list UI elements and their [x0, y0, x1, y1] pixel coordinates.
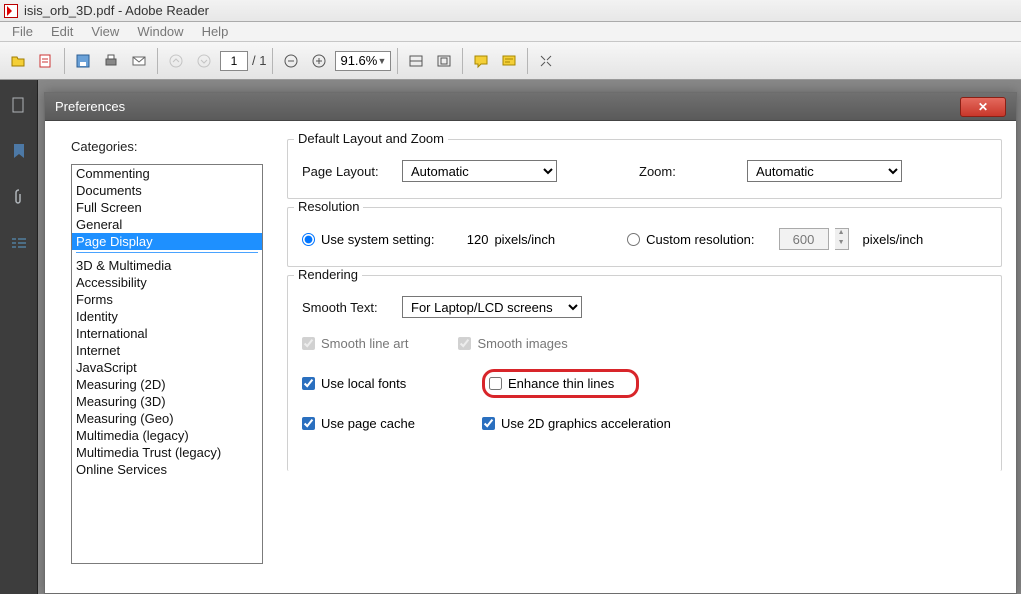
category-item[interactable]: Internet	[72, 342, 262, 359]
category-item[interactable]: General	[72, 216, 262, 233]
use-system-radio[interactable]	[302, 233, 315, 246]
window-titlebar: isis_orb_3D.pdf - Adobe Reader	[0, 0, 1021, 22]
custom-resolution-radio[interactable]	[627, 233, 640, 246]
category-item[interactable]: Measuring (2D)	[72, 376, 262, 393]
resolution-group: Resolution Use system setting: 120 pixel…	[287, 207, 1002, 267]
fit-width-icon[interactable]	[404, 49, 428, 73]
resolution-unit: pixels/inch	[863, 232, 924, 247]
toolbar: / 1 91.6%▼	[0, 42, 1021, 80]
group-label: Resolution	[294, 199, 363, 214]
close-button[interactable]: ✕	[960, 97, 1006, 117]
categories-label: Categories:	[71, 139, 263, 154]
smooth-images-checkbox	[458, 337, 471, 350]
category-item[interactable]: 3D & Multimedia	[72, 257, 262, 274]
app-logo-icon	[4, 4, 18, 18]
page-total-label: / 1	[252, 53, 266, 68]
menu-edit[interactable]: Edit	[43, 22, 81, 41]
smooth-line-art-checkbox	[302, 337, 315, 350]
page-up-icon[interactable]	[164, 49, 188, 73]
category-item[interactable]: Measuring (Geo)	[72, 410, 262, 427]
resolution-unit: pixels/inch	[494, 232, 555, 247]
categories-list[interactable]: CommentingDocumentsFull ScreenGeneralPag…	[71, 164, 263, 564]
category-item[interactable]: Documents	[72, 182, 262, 199]
category-divider	[76, 252, 258, 253]
category-item[interactable]: Commenting	[72, 165, 262, 182]
dialog-titlebar: Preferences ✕	[45, 93, 1016, 121]
nav-pane	[0, 80, 38, 594]
attachment-icon[interactable]	[10, 188, 28, 206]
category-item[interactable]: JavaScript	[72, 359, 262, 376]
category-item[interactable]: Full Screen	[72, 199, 262, 216]
category-item[interactable]: Accessibility	[72, 274, 262, 291]
smooth-text-dropdown[interactable]: For Laptop/LCD screens	[402, 296, 582, 318]
use-page-cache-checkbox[interactable]	[302, 417, 315, 430]
category-item[interactable]: International	[72, 325, 262, 342]
layout-zoom-group: Default Layout and Zoom Page Layout: Aut…	[287, 139, 1002, 199]
separator	[527, 48, 528, 74]
resolution-spinner: ▲▼	[835, 228, 849, 250]
enhance-thin-lines-checkbox[interactable]	[489, 377, 502, 390]
zoom-in-icon[interactable]	[307, 49, 331, 73]
use-local-fonts-label: Use local fonts	[321, 376, 406, 391]
fit-page-icon[interactable]	[432, 49, 456, 73]
create-pdf-icon[interactable]	[34, 49, 58, 73]
smooth-images-label: Smooth images	[477, 336, 567, 351]
use-local-fonts-checkbox[interactable]	[302, 377, 315, 390]
use-page-cache-label: Use page cache	[321, 416, 415, 431]
save-icon[interactable]	[71, 49, 95, 73]
print-icon[interactable]	[99, 49, 123, 73]
menu-file[interactable]: File	[4, 22, 41, 41]
separator	[64, 48, 65, 74]
separator	[462, 48, 463, 74]
separator	[157, 48, 158, 74]
category-item[interactable]: Forms	[72, 291, 262, 308]
separator	[397, 48, 398, 74]
rendering-group: Rendering Smooth Text: For Laptop/LCD sc…	[287, 275, 1002, 471]
read-mode-icon[interactable]	[534, 49, 558, 73]
group-label: Default Layout and Zoom	[294, 131, 448, 146]
custom-resolution-label: Custom resolution:	[646, 232, 754, 247]
system-resolution-value: 120	[440, 232, 488, 247]
enhance-thin-lines-highlight: Enhance thin lines	[482, 369, 639, 398]
page-layout-label: Page Layout:	[302, 164, 392, 179]
group-label: Rendering	[294, 267, 362, 282]
highlight-icon[interactable]	[497, 49, 521, 73]
menu-view[interactable]: View	[83, 22, 127, 41]
category-item[interactable]: Identity	[72, 308, 262, 325]
comment-icon[interactable]	[469, 49, 493, 73]
separator	[272, 48, 273, 74]
email-icon[interactable]	[127, 49, 151, 73]
page-number-input[interactable]	[220, 51, 248, 71]
use-system-label: Use system setting:	[321, 232, 434, 247]
dialog-title: Preferences	[55, 99, 125, 114]
category-item[interactable]: Multimedia (legacy)	[72, 427, 262, 444]
menubar: File Edit View Window Help	[0, 22, 1021, 42]
bookmark-icon[interactable]	[10, 142, 28, 160]
smooth-text-label: Smooth Text:	[302, 300, 392, 315]
zoom-label: Zoom:	[639, 164, 729, 179]
zoom-out-icon[interactable]	[279, 49, 303, 73]
category-item[interactable]: Online Services	[72, 461, 262, 478]
zoom-dropdown[interactable]: Automatic	[747, 160, 902, 182]
category-item[interactable]: Page Display	[72, 233, 262, 250]
menu-help[interactable]: Help	[194, 22, 237, 41]
use-2d-accel-checkbox[interactable]	[482, 417, 495, 430]
menu-window[interactable]: Window	[129, 22, 191, 41]
window-title: isis_orb_3D.pdf - Adobe Reader	[24, 3, 209, 18]
smooth-line-art-label: Smooth line art	[321, 336, 408, 351]
category-item[interactable]: Measuring (3D)	[72, 393, 262, 410]
layers-icon[interactable]	[10, 234, 28, 252]
enhance-thin-lines-label: Enhance thin lines	[508, 376, 614, 391]
thumbnails-icon[interactable]	[10, 96, 28, 114]
preferences-dialog: Preferences ✕ Categories: CommentingDocu…	[44, 92, 1017, 594]
page-layout-dropdown[interactable]: Automatic	[402, 160, 557, 182]
use-2d-accel-label: Use 2D graphics acceleration	[501, 416, 671, 431]
open-icon[interactable]	[6, 49, 30, 73]
page-down-icon[interactable]	[192, 49, 216, 73]
custom-resolution-input	[779, 228, 829, 250]
zoom-level-dropdown[interactable]: 91.6%▼	[335, 51, 391, 71]
category-item[interactable]: Multimedia Trust (legacy)	[72, 444, 262, 461]
